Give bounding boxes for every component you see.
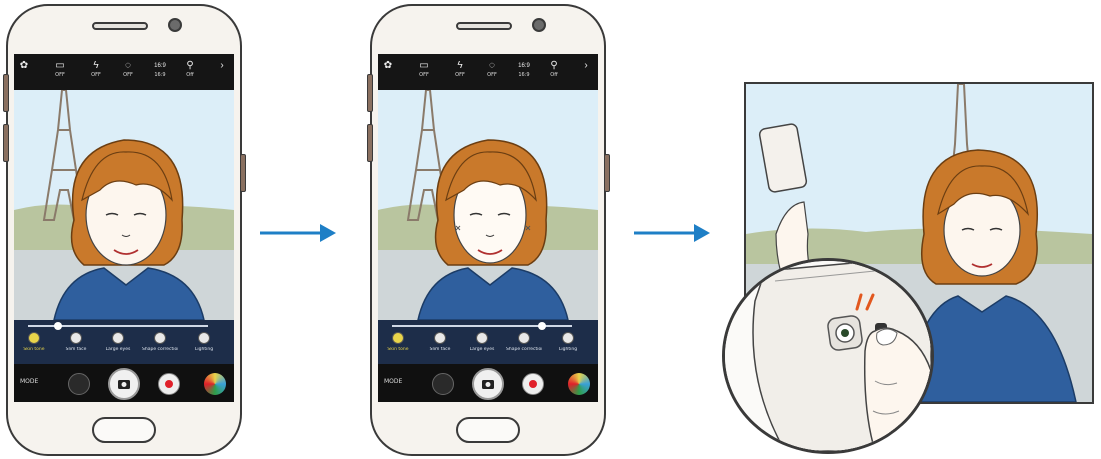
mode-button[interactable]: MODE bbox=[20, 378, 38, 385]
illustration-stage: ✿ ▭ OFF ϟ OFF ◌ OFF 16:9 16:9 ⚲ Off › Sk… bbox=[0, 0, 1101, 459]
timer-icon[interactable]: ▭ OFF bbox=[50, 60, 70, 78]
camera-icon bbox=[118, 380, 130, 389]
camera-screen: ✿ ▭ OFF ϟ OFF ◌ OFF 16:9 16:9 ⚲ Off › Sk… bbox=[378, 54, 598, 402]
capture-button[interactable] bbox=[108, 368, 140, 400]
slider-knob[interactable] bbox=[53, 322, 62, 330]
strength-slider[interactable] bbox=[392, 322, 572, 330]
capture-button[interactable] bbox=[472, 368, 504, 400]
volume-key bbox=[3, 124, 9, 162]
shape-correction-icon bbox=[518, 332, 530, 344]
record-button[interactable] bbox=[158, 373, 180, 395]
effects-icon[interactable] bbox=[432, 373, 454, 395]
skin-tone-icon bbox=[28, 332, 40, 344]
camera-screen: ✿ ▭ OFF ϟ OFF ◌ OFF 16:9 16:9 ⚲ Off › Sk… bbox=[14, 54, 234, 402]
flash-icon[interactable]: ϟ OFF bbox=[450, 60, 470, 78]
large-eyes-icon bbox=[476, 332, 488, 344]
hdr-icon[interactable]: ◌ OFF bbox=[482, 60, 502, 78]
flash-icon[interactable]: ϟ OFF bbox=[86, 60, 106, 78]
front-camera bbox=[532, 18, 546, 32]
volume-key bbox=[367, 74, 373, 112]
record-button[interactable] bbox=[522, 373, 544, 395]
filter-shape-correction[interactable]: Shape correction bbox=[506, 332, 542, 353]
shutter-bar: MODE bbox=[378, 364, 598, 402]
mode-button[interactable]: MODE bbox=[384, 378, 402, 385]
filter-shape-correction[interactable]: Shape correction bbox=[142, 332, 178, 353]
settings-icon[interactable]: ✿ bbox=[14, 60, 34, 72]
large-eyes-icon bbox=[112, 332, 124, 344]
filter-slim-face[interactable]: Slim face bbox=[422, 332, 458, 353]
volume-key bbox=[3, 74, 9, 112]
filter-large-eyes[interactable]: Large eyes bbox=[464, 332, 500, 353]
timer-icon[interactable]: ▭ OFF bbox=[414, 60, 434, 78]
rear-sensor-zoom bbox=[722, 258, 934, 454]
power-key bbox=[604, 154, 610, 192]
filter-lighting[interactable]: Lighting bbox=[186, 332, 222, 353]
phone-after: ✿ ▭ OFF ϟ OFF ◌ OFF 16:9 16:9 ⚲ Off › Sk… bbox=[367, 4, 610, 456]
record-dot-icon bbox=[165, 380, 173, 388]
camera-icon bbox=[482, 380, 494, 389]
strength-slider[interactable] bbox=[28, 322, 208, 330]
lighting-icon bbox=[198, 332, 210, 344]
speaker-grille bbox=[92, 22, 148, 30]
skin-tone-icon bbox=[392, 332, 404, 344]
filter-large-eyes[interactable]: Large eyes bbox=[100, 332, 136, 353]
shutter-bar: MODE bbox=[14, 364, 234, 402]
camera-toolbar: ✿ ▭ OFF ϟ OFF ◌ OFF 16:9 16:9 ⚲ Off › bbox=[14, 54, 234, 90]
finger-on-sensor-illustration bbox=[725, 261, 931, 451]
camera-toolbar: ✿ ▭ OFF ϟ OFF ◌ OFF 16:9 16:9 ⚲ Off › bbox=[378, 54, 598, 90]
resolution-icon[interactable]: 16:9 16:9 bbox=[514, 60, 534, 78]
filter-lighting[interactable]: Lighting bbox=[550, 332, 586, 353]
close-icon[interactable]: › bbox=[576, 60, 596, 72]
lighting-icon bbox=[562, 332, 574, 344]
gallery-thumbnail[interactable] bbox=[568, 373, 590, 395]
filter-slim-face[interactable]: Slim face bbox=[58, 332, 94, 353]
arrow-right-icon bbox=[260, 224, 336, 242]
home-button bbox=[92, 417, 156, 443]
selfie-preview bbox=[14, 90, 234, 320]
slim-face-icon bbox=[434, 332, 446, 344]
effects-icon[interactable] bbox=[68, 373, 90, 395]
volume-key bbox=[367, 124, 373, 162]
close-icon[interactable]: › bbox=[212, 60, 232, 72]
phone-before: ✿ ▭ OFF ϟ OFF ◌ OFF 16:9 16:9 ⚲ Off › Sk… bbox=[3, 4, 246, 456]
zoom-icon[interactable]: ⚲ Off bbox=[544, 60, 564, 78]
hdr-icon[interactable]: ◌ OFF bbox=[118, 60, 138, 78]
speaker-grille bbox=[456, 22, 512, 30]
gallery-thumbnail[interactable] bbox=[204, 373, 226, 395]
home-button bbox=[456, 417, 520, 443]
slim-face-icon bbox=[70, 332, 82, 344]
zoom-icon[interactable]: ⚲ Off bbox=[180, 60, 200, 78]
record-dot-icon bbox=[529, 380, 537, 388]
filter-skin-tone[interactable]: Skin tone bbox=[380, 332, 416, 353]
slider-knob[interactable] bbox=[538, 322, 547, 330]
arrow-right-icon bbox=[634, 224, 710, 242]
shape-correction-icon bbox=[154, 332, 166, 344]
front-camera bbox=[168, 18, 182, 32]
filter-skin-tone[interactable]: Skin tone bbox=[16, 332, 52, 353]
selfie-preview-enhanced bbox=[378, 90, 598, 320]
resolution-icon[interactable]: 16:9 16:9 bbox=[150, 60, 170, 78]
settings-icon[interactable]: ✿ bbox=[378, 60, 398, 72]
power-key bbox=[240, 154, 246, 192]
